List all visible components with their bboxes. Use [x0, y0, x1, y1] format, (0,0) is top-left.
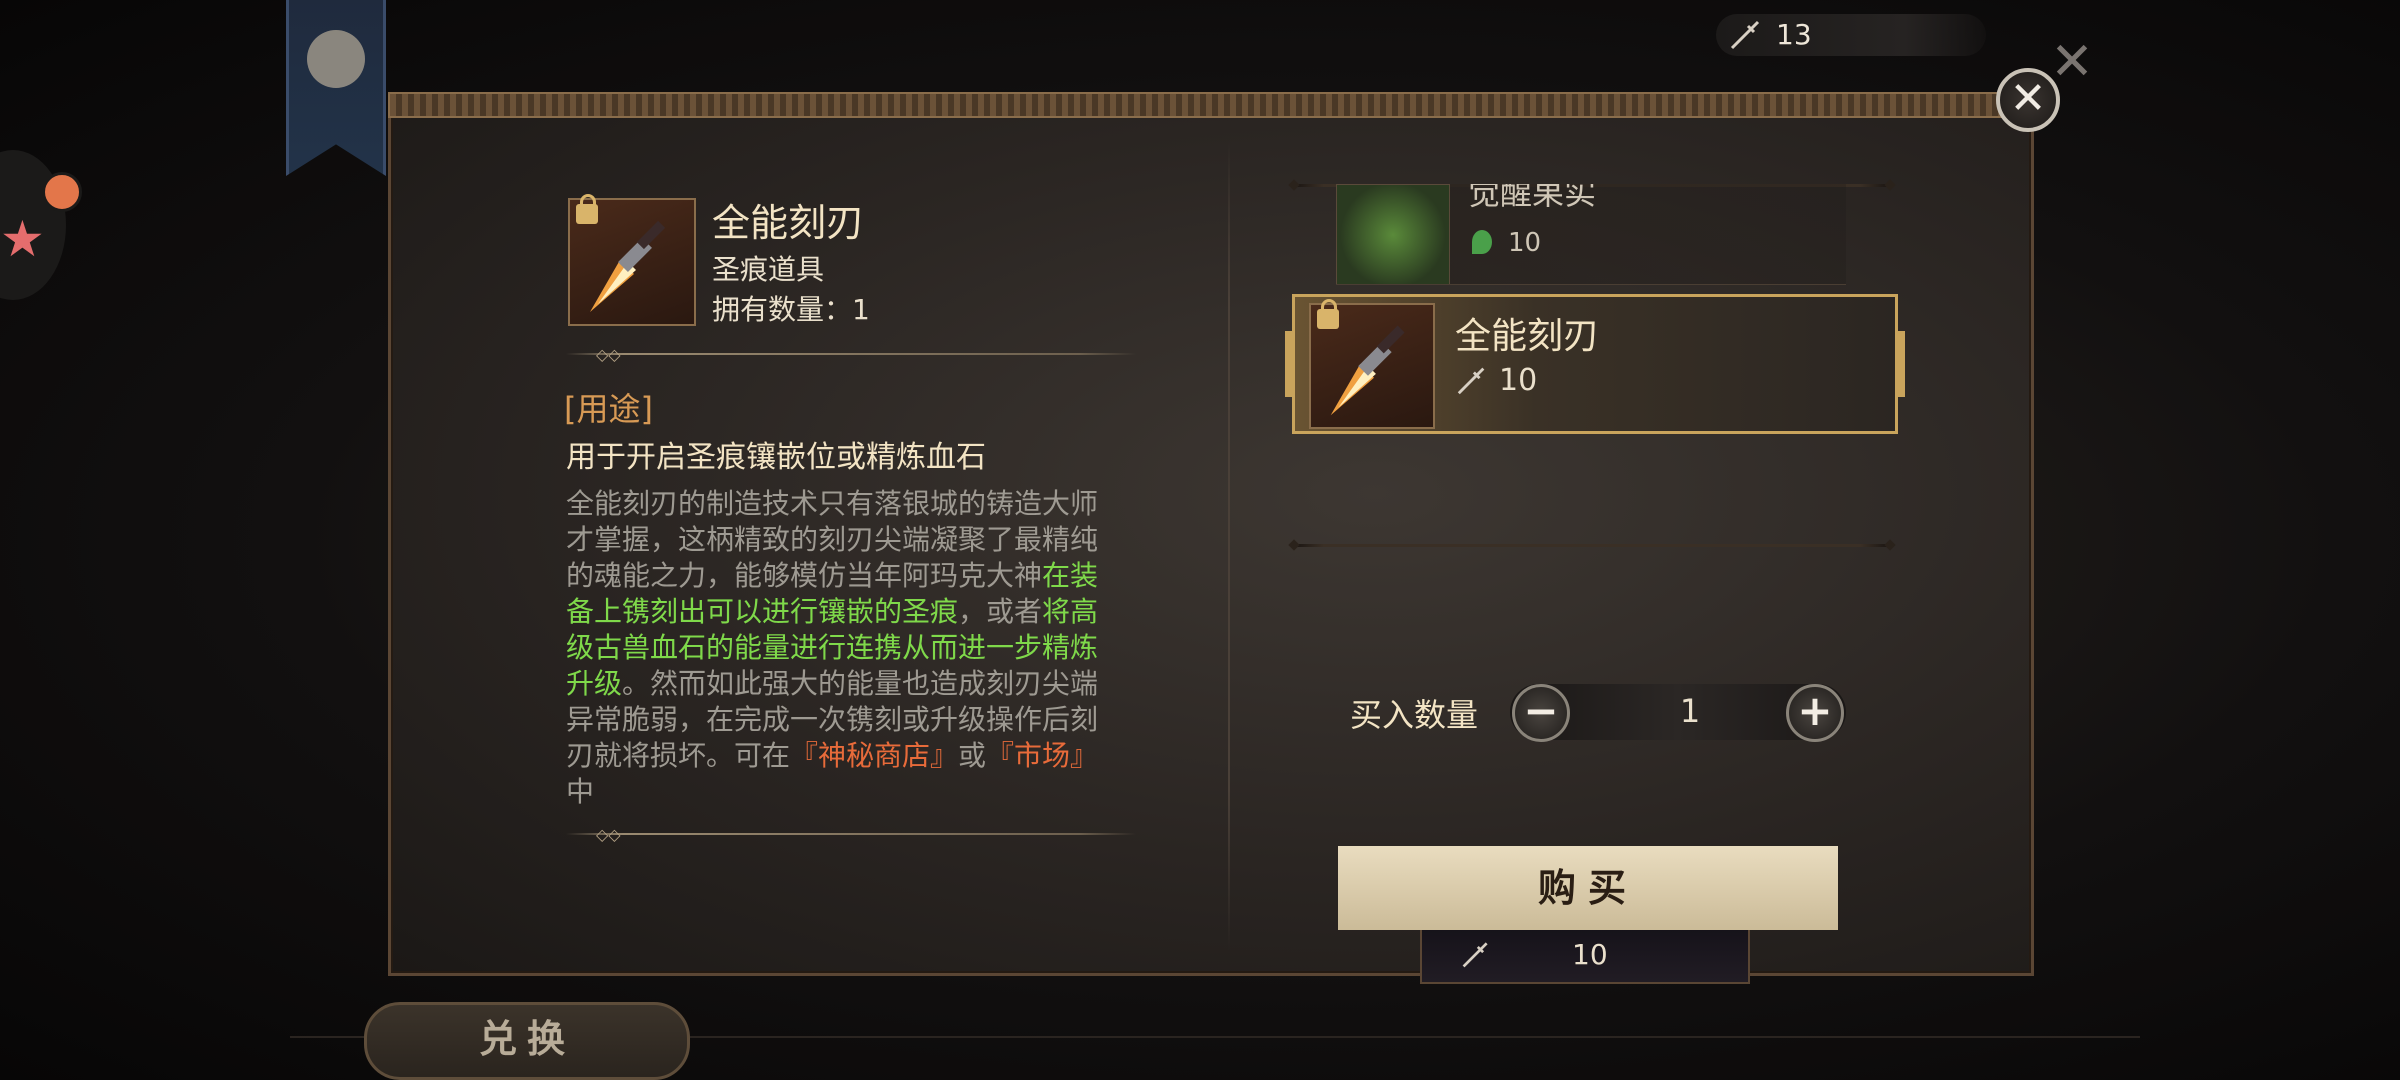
bag-icon [307, 30, 365, 88]
item-description[interactable]: 全能刻刃的制造技术只有落银城的铸造大师才掌握，这柄精致的刻刃尖端凝聚了最精纯的魂… [566, 486, 1106, 812]
item-name: 全能刻刃 [712, 201, 865, 245]
star-icon: ★ [0, 210, 45, 268]
item-owned-count: 拥有数量：1 [712, 293, 870, 326]
desc-text: 全能刻刃的制造技术只有落银城的铸造大师才掌握，这柄精致的刻刃尖端凝聚了最精纯的魂… [566, 487, 1099, 592]
dagger-icon [1455, 363, 1489, 401]
section-divider: ◇◇ [566, 825, 1136, 844]
desc-text: 中 [566, 775, 595, 808]
selection-marker [1285, 331, 1295, 397]
item-type: 圣痕道具 [712, 253, 825, 286]
list-item-name: 觉醒果实 [1468, 184, 1597, 212]
panel-divider [1228, 140, 1230, 950]
exchange-tab[interactable]: 兑换 [364, 1002, 690, 1080]
lock-icon [1317, 299, 1339, 329]
selection-marker [1895, 331, 1905, 397]
desc-link-mystery-shop[interactable]: 『神秘商店』 [790, 739, 958, 772]
quantity-label: 买入数量 [1350, 696, 1479, 734]
list-item-name: 全能刻刃 [1455, 316, 1600, 357]
currency-value: 13 [1776, 18, 1812, 51]
dagger-icon [1728, 16, 1764, 56]
panel-top-trim [388, 92, 2004, 118]
quantity-value[interactable]: 1 [1660, 692, 1720, 730]
buy-cost: 10 [1420, 930, 1750, 984]
close-icon-outer[interactable]: ✕ [2050, 36, 2094, 88]
desc-text: 或 [958, 739, 987, 772]
list-item-selected[interactable]: 全能刻刃 10 [1285, 294, 1905, 434]
lock-icon [576, 194, 598, 224]
buy-cost-value: 10 [1572, 938, 1608, 971]
list-bottom-rule [1294, 544, 1890, 547]
list-item-price: 10 [1508, 228, 1542, 258]
item-icon [568, 194, 696, 326]
fruit-icon [1336, 184, 1450, 284]
use-text: 用于开启圣痕镶嵌位或精炼血石 [566, 440, 986, 475]
item-icon [1309, 299, 1435, 429]
section-divider: ◇◇ [566, 345, 1136, 364]
currency-bar: 13 [1716, 14, 1986, 56]
dagger-icon [1460, 938, 1492, 974]
quantity-stepper: − 1 + [1510, 684, 1846, 742]
minus-button[interactable]: − [1512, 684, 1570, 742]
notification-dot [42, 172, 82, 212]
close-button[interactable]: ✕ [1996, 68, 2060, 132]
leaf-icon [1472, 230, 1492, 254]
list-item[interactable]: 觉醒果实 10 [1336, 184, 1846, 285]
desc-link-market[interactable]: 『市场』 [986, 739, 1098, 772]
plus-button[interactable]: + [1786, 684, 1844, 742]
list-item-price: 10 [1499, 363, 1538, 398]
use-tag: [用途] [564, 390, 653, 428]
desc-text: ，或者 [958, 595, 1043, 628]
buy-button[interactable]: 购买 [1338, 846, 1838, 930]
